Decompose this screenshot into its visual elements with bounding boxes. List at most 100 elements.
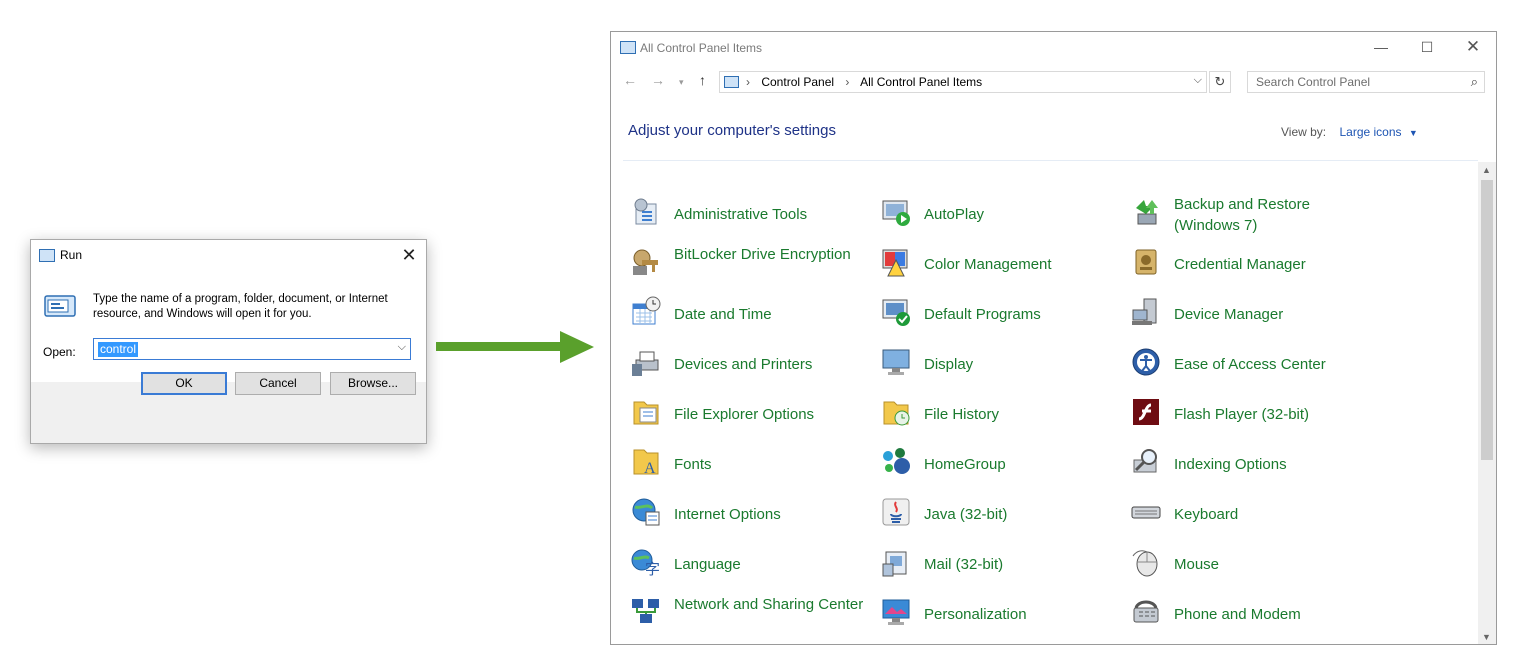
control-panel-item[interactable]: Credential Manager: [1130, 246, 1364, 286]
item-label[interactable]: Ease of Access Center: [1174, 354, 1364, 375]
file-explorer-options-icon[interactable]: [630, 396, 662, 428]
date-time-icon[interactable]: [630, 296, 662, 328]
bitlocker-icon[interactable]: [630, 246, 662, 278]
item-label[interactable]: Internet Options: [674, 504, 864, 525]
control-panel-item[interactable]: AutoPlay: [880, 196, 1114, 236]
item-label[interactable]: Default Programs: [924, 304, 1114, 325]
backup-restore-icon[interactable]: [1130, 196, 1162, 228]
control-panel-item[interactable]: Administrative Tools: [630, 196, 864, 236]
control-panel-item[interactable]: Java (32-bit): [880, 496, 1114, 536]
item-label[interactable]: Date and Time: [674, 304, 864, 325]
item-label[interactable]: Backup and Restore (Windows 7): [1174, 194, 1364, 236]
item-label[interactable]: File Explorer Options: [674, 404, 864, 425]
fonts-icon[interactable]: A: [630, 446, 662, 478]
control-panel-item[interactable]: Mail (32-bit): [880, 546, 1114, 586]
item-label[interactable]: Mouse: [1174, 554, 1364, 575]
run-title-bar: Run ✕: [31, 240, 426, 270]
item-label[interactable]: Indexing Options: [1174, 454, 1364, 475]
control-panel-item[interactable]: Personalization: [880, 596, 1114, 636]
credential-manager-icon[interactable]: [1130, 246, 1162, 278]
color-management-icon[interactable]: [880, 246, 912, 278]
network-sharing-icon[interactable]: [630, 596, 662, 628]
control-panel-item[interactable]: BitLocker Drive Encryption: [630, 246, 864, 286]
control-panel-item[interactable]: Display: [880, 346, 1114, 386]
file-history-icon[interactable]: [880, 396, 912, 428]
close-icon[interactable]: ✕: [398, 244, 420, 266]
control-panel-item[interactable]: Backup and Restore (Windows 7): [1130, 196, 1364, 236]
cancel-button[interactable]: Cancel: [235, 372, 321, 395]
control-panel-window: All Control Panel Items — ☐ ✕ ← → ▾ ↑ › …: [610, 31, 1497, 645]
vertical-scrollbar[interactable]: ▲ ▼: [1478, 162, 1496, 644]
control-panel-item[interactable]: Flash Player (32-bit): [1130, 396, 1364, 436]
open-combobox[interactable]: control ⌵: [93, 338, 411, 360]
item-label[interactable]: Fonts: [674, 454, 864, 475]
control-panel-item[interactable]: Ease of Access Center: [1130, 346, 1364, 386]
control-panel-item[interactable]: Date and Time: [630, 296, 864, 336]
run-dialog: Run ✕ Type the name of a program, folder…: [30, 239, 427, 444]
item-label[interactable]: Personalization: [924, 604, 1114, 625]
administrative-tools-icon[interactable]: [630, 196, 662, 228]
homegroup-icon[interactable]: [880, 446, 912, 478]
mail-icon[interactable]: [880, 546, 912, 578]
device-manager-icon[interactable]: [1130, 296, 1162, 328]
flash-player-icon[interactable]: [1130, 396, 1162, 428]
open-input-value[interactable]: control: [98, 342, 139, 357]
ease-of-access-icon[interactable]: [1130, 346, 1162, 378]
control-panel-item[interactable]: Network and Sharing Center: [630, 596, 864, 636]
item-label[interactable]: BitLocker Drive Encryption: [674, 244, 864, 265]
item-label[interactable]: Administrative Tools: [674, 204, 864, 225]
language-icon[interactable]: 字: [630, 546, 662, 578]
control-panel-item[interactable]: Internet Options: [630, 496, 864, 536]
item-label[interactable]: Display: [924, 354, 1114, 375]
item-label[interactable]: Credential Manager: [1174, 254, 1364, 275]
indexing-options-icon[interactable]: [1130, 446, 1162, 478]
item-label[interactable]: Flash Player (32-bit): [1174, 404, 1364, 425]
devices-printers-icon[interactable]: [630, 346, 662, 378]
control-panel-item[interactable]: Default Programs: [880, 296, 1114, 336]
phone-modem-icon[interactable]: [1130, 596, 1162, 628]
item-label[interactable]: Network and Sharing Center: [674, 594, 864, 615]
java-icon[interactable]: [880, 496, 912, 528]
item-label[interactable]: Keyboard: [1174, 504, 1364, 525]
control-panel-item[interactable]: Mouse: [1130, 546, 1364, 586]
control-panel-item[interactable]: File History: [880, 396, 1114, 436]
item-label[interactable]: File History: [924, 404, 1114, 425]
control-panel-item[interactable]: File Explorer Options: [630, 396, 864, 436]
internet-options-icon[interactable]: [630, 496, 662, 528]
run-program-icon: [44, 295, 76, 317]
item-label[interactable]: AutoPlay: [924, 204, 1114, 225]
control-panel-item[interactable]: 字 Language: [630, 546, 864, 586]
item-label[interactable]: HomeGroup: [924, 454, 1114, 475]
keyboard-icon[interactable]: [1130, 496, 1162, 528]
run-body: Type the name of a program, folder, docu…: [31, 270, 426, 382]
control-panel-item[interactable]: Phone and Modem: [1130, 596, 1364, 636]
control-panel-item[interactable]: Indexing Options: [1130, 446, 1364, 486]
svg-text:字: 字: [645, 561, 660, 578]
control-panel-item[interactable]: HomeGroup: [880, 446, 1114, 486]
autoplay-icon[interactable]: [880, 196, 912, 228]
item-label[interactable]: Mail (32-bit): [924, 554, 1114, 575]
item-label[interactable]: Color Management: [924, 254, 1114, 275]
item-label[interactable]: Language: [674, 554, 864, 575]
run-window-icon: [39, 249, 55, 262]
control-panel-item[interactable]: Keyboard: [1130, 496, 1364, 536]
control-panel-item[interactable]: Device Manager: [1130, 296, 1364, 336]
scroll-up-icon[interactable]: ▲: [1482, 165, 1491, 175]
item-label[interactable]: Java (32-bit): [924, 504, 1114, 525]
item-label[interactable]: Devices and Printers: [674, 354, 864, 375]
scroll-down-icon[interactable]: ▼: [1482, 632, 1491, 642]
mouse-icon[interactable]: [1130, 546, 1162, 578]
item-label[interactable]: Device Manager: [1174, 304, 1364, 325]
svg-text:A: A: [644, 460, 656, 477]
personalization-icon[interactable]: [880, 596, 912, 628]
browse-button[interactable]: Browse...: [330, 372, 416, 395]
display-icon[interactable]: [880, 346, 912, 378]
item-label[interactable]: Phone and Modem: [1174, 604, 1364, 625]
control-panel-item[interactable]: A Fonts: [630, 446, 864, 486]
chevron-down-icon[interactable]: ⌵: [398, 341, 406, 354]
control-panel-item[interactable]: Devices and Printers: [630, 346, 864, 386]
ok-button[interactable]: OK: [141, 372, 227, 395]
scrollbar-thumb[interactable]: [1481, 180, 1493, 460]
control-panel-item[interactable]: Color Management: [880, 246, 1114, 286]
default-programs-icon[interactable]: [880, 296, 912, 328]
